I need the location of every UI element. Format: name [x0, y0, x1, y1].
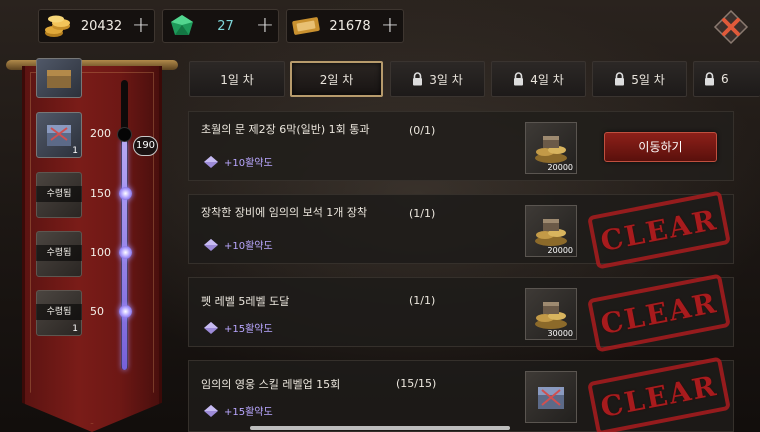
ticket-currency: 21678 + — [286, 9, 404, 43]
quest-progress: (1/1) — [409, 207, 436, 220]
tab-day-4[interactable]: 4일 차 — [491, 61, 586, 97]
add-ticket-button[interactable]: + — [377, 11, 403, 41]
gold-currency: 20432 + — [38, 9, 155, 43]
gold-amount: 20432 — [80, 18, 123, 34]
quest-row: 임의의 영웅 스킬 레벨업 15회 (15/15) +15활약도 CLEAR — [188, 356, 734, 432]
quest-reward: 30000 — [525, 288, 577, 340]
go-button[interactable]: 이동하기 — [604, 132, 717, 162]
milestone-count: 1 — [72, 146, 78, 156]
green-gem-icon — [165, 10, 199, 42]
current-progress-knob — [117, 127, 132, 142]
quest-bonus-value: +15활약도 — [224, 324, 273, 335]
activity-gem-icon — [204, 404, 218, 417]
quest-title: 장착한 장비에 임의의 보석 1개 장착 — [201, 206, 368, 219]
milestone-250 — [36, 58, 146, 104]
gold-pile-icon — [535, 136, 567, 163]
clear-stamp: CLEAR — [587, 356, 731, 432]
reward-amount: 20000 — [547, 246, 573, 255]
tab-day-1[interactable]: 1일 차 — [189, 61, 285, 97]
clear-stamp: CLEAR — [587, 190, 731, 270]
claimed-label: 수령됨 — [36, 245, 82, 261]
quest-progress: (1/1) — [409, 294, 436, 307]
milestone-points: 150 — [90, 187, 111, 200]
quest-progress: (0/1) — [409, 124, 436, 137]
tab-label: 4일 차 — [530, 72, 564, 87]
quest-bonus-value: +10활약도 — [224, 241, 273, 252]
gold-pile-icon — [535, 219, 567, 246]
activity-gem-icon — [204, 321, 218, 334]
milestone-100: 수령됨 100 — [36, 231, 146, 277]
gem-amount: 27 — [217, 18, 234, 34]
tab-day-2[interactable]: 2일 차 — [290, 61, 383, 97]
quest-reward — [525, 371, 577, 423]
lock-icon — [413, 72, 423, 86]
add-gold-button[interactable]: + — [128, 11, 154, 41]
quest-bonus: +10활약도 — [203, 154, 273, 169]
quest-title: 임의의 영웅 스킬 레벨업 15회 — [201, 378, 341, 391]
milestone-dot-icon — [119, 187, 132, 200]
claimed-label: 수령됨 — [36, 304, 82, 320]
activity-gem-icon — [204, 238, 218, 251]
gold-coins-icon — [41, 10, 75, 42]
tab-label: 6 — [721, 72, 729, 86]
close-button[interactable] — [712, 8, 750, 46]
ticket-amount: 21678 — [329, 18, 371, 34]
tab-label: 1일 차 — [220, 72, 254, 87]
milestone-points: 200 — [90, 127, 111, 140]
quest-reward[interactable]: 20000 — [525, 122, 577, 174]
quest-row: 초월의 문 제2장 6막(일반) 1회 통과 (0/1) +10활약도 2000… — [188, 111, 734, 181]
quest-title: 펫 레벨 5레벨 도달 — [201, 295, 290, 308]
tab-day-3[interactable]: 3일 차 — [390, 61, 485, 97]
chest-icon — [538, 387, 564, 409]
milestone-reward-box[interactable]: 1 — [36, 112, 82, 158]
milestone-points: 100 — [90, 246, 111, 259]
quest-bonus-value: +15활약도 — [224, 407, 273, 418]
quest-row: 펫 레벨 5레벨 도달 (1/1) +15활약도 30000 CLEAR — [188, 273, 734, 353]
quest-row: 장착한 장비에 임의의 보석 1개 장착 (1/1) +10활약도 20000 … — [188, 190, 734, 270]
gem-currency: 27 + — [162, 9, 279, 43]
milestone-150: 수령됨 150 — [36, 172, 146, 218]
tab-day-6[interactable]: 6 — [693, 61, 760, 97]
lock-icon — [514, 72, 524, 86]
current-points-badge: 190 — [133, 136, 158, 156]
tab-label: 3일 차 — [429, 72, 463, 87]
chest-icon — [47, 70, 71, 88]
milestone-dot-icon — [119, 246, 132, 259]
milestone-dot-icon — [119, 305, 132, 318]
close-icon — [713, 9, 749, 45]
add-gem-button[interactable]: + — [252, 11, 278, 41]
reward-amount: 30000 — [547, 329, 573, 338]
quest-bonus: +15활약도 — [203, 320, 273, 335]
milestone-count: 1 — [72, 324, 78, 334]
tab-day-5[interactable]: 5일 차 — [592, 61, 687, 97]
tab-label: 2일 차 — [319, 72, 354, 87]
claimed-label: 수령됨 — [36, 186, 82, 202]
quest-bonus: +10활약도 — [203, 237, 273, 252]
lock-icon — [705, 72, 714, 86]
chest-icon — [47, 125, 71, 146]
gold-pile-icon — [535, 302, 567, 329]
quest-title: 초월의 문 제2장 6막(일반) 1회 통과 — [201, 123, 370, 136]
milestone-points: 50 — [90, 305, 104, 318]
activity-gem-icon — [204, 155, 218, 168]
quest-progress: (15/15) — [396, 377, 437, 390]
lock-icon — [615, 72, 625, 86]
milestone-reward-box[interactable] — [36, 58, 82, 98]
quest-bonus: +15활약도 — [203, 403, 273, 418]
reward-amount: 20000 — [547, 163, 573, 172]
quest-reward: 20000 — [525, 205, 577, 257]
home-indicator — [250, 426, 510, 430]
tab-label: 5일 차 — [631, 72, 665, 87]
ticket-icon — [289, 10, 323, 42]
milestone-50: 1 수령됨 50 — [36, 290, 146, 336]
clear-stamp: CLEAR — [587, 273, 731, 353]
quest-bonus-value: +10활약도 — [224, 158, 273, 169]
